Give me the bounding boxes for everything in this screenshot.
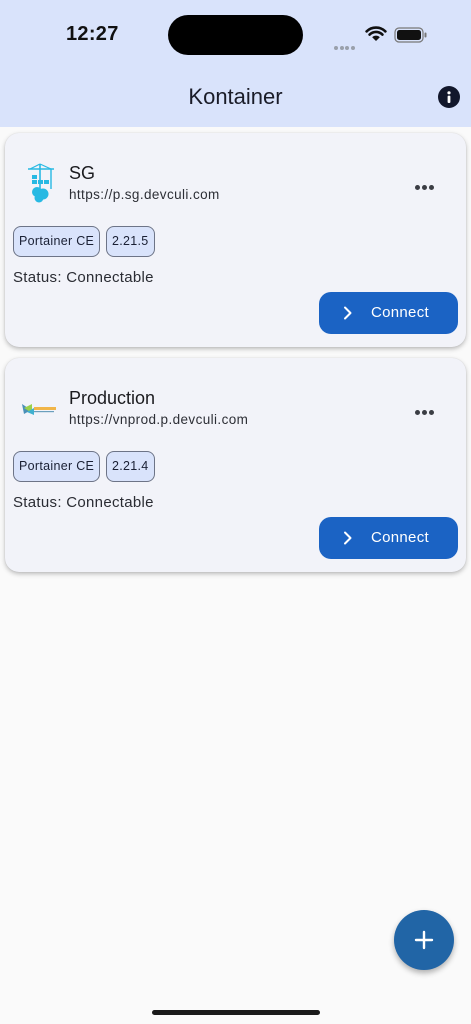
more-options-button[interactable]: [415, 402, 441, 415]
chevron-right-icon: [344, 531, 352, 545]
docker-crane-logo-icon: [28, 163, 54, 203]
connect-button-label: Connect: [371, 304, 429, 321]
environment-card[interactable]: Production https://vnprod.p.devculi.com …: [5, 358, 466, 572]
connect-button[interactable]: Connect: [319, 517, 458, 559]
page-title: Kontainer: [188, 84, 283, 109]
status-text: Status: Connectable: [13, 494, 154, 511]
environment-card[interactable]: SG https://p.sg.devculi.com Portainer CE…: [5, 133, 466, 347]
add-environment-button[interactable]: [394, 910, 454, 970]
version-chip: 2.21.4: [106, 451, 155, 482]
connect-button[interactable]: Connect: [319, 292, 458, 334]
home-indicator[interactable]: [152, 1010, 320, 1015]
environment-name: Production: [69, 388, 156, 408]
platform-chip: Portainer CE: [13, 451, 101, 482]
more-options-button[interactable]: [415, 177, 441, 190]
environment-name: SG: [69, 163, 96, 183]
plus-icon: [414, 930, 434, 950]
battery-icon: [394, 27, 427, 43]
environment-url: https://vnprod.p.devculi.com: [69, 412, 249, 427]
status-text: Status: Connectable: [13, 269, 154, 286]
wifi-icon: [365, 26, 387, 41]
info-button[interactable]: [438, 86, 460, 108]
chevron-right-icon: [344, 306, 352, 320]
dynamic-island: [168, 15, 303, 55]
environment-url: https://p.sg.devculi.com: [69, 187, 220, 202]
top-app-bar: 12:27 Kontainer: [0, 0, 471, 127]
connect-button-label: Connect: [371, 529, 429, 546]
status-bar-time: 12:27: [66, 23, 119, 45]
version-chip: 2.21.5: [106, 226, 155, 257]
platform-chip: Portainer CE: [13, 226, 101, 257]
cellular-signal-icon: [334, 37, 356, 55]
info-icon: [447, 91, 451, 103]
devculi-logo-icon: [22, 404, 56, 415]
